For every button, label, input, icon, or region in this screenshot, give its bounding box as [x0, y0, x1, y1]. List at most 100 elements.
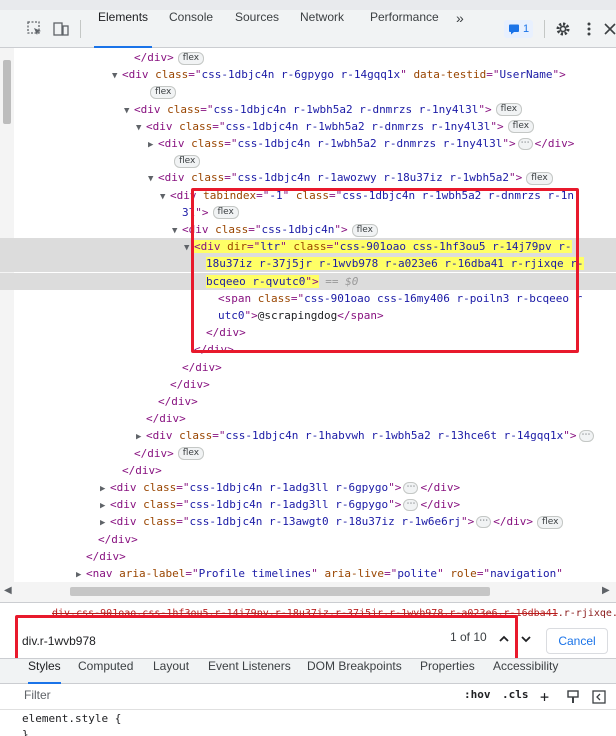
scroll-left-arrow-icon[interactable]: ◀ — [4, 585, 12, 596]
dom-tree-node[interactable]: </div> flex — [0, 445, 616, 462]
dom-tree-node[interactable]: </div> — [0, 462, 616, 479]
tab-properties[interactable]: Properties — [420, 659, 475, 684]
dom-node-markup: <div class="css-1dbjc4n r-1adg3ll r-6gpy… — [110, 481, 461, 494]
breadcrumb-path[interactable]: div.css-901oao.css-1hf3ou5.r-14j79pv.r-1… — [52, 608, 558, 619]
inspect-element-icon[interactable] — [26, 20, 44, 38]
paint-brush-icon[interactable] — [566, 690, 580, 704]
dom-node-markup: <div class="css-1dbjc4n r-13awgt0 r-18u3… — [110, 515, 564, 529]
dom-tree-node[interactable]: ▶ <div class="css-1dbjc4n r-1adg3ll r-6gp… — [0, 496, 616, 513]
tab-elements[interactable]: Elements — [94, 10, 153, 48]
more-tabs-button[interactable]: » — [452, 10, 468, 48]
dom-tree-node[interactable]: </div> flex — [0, 49, 616, 66]
class-toggle[interactable]: .cls — [502, 688, 529, 706]
chevron-down-icon — [521, 636, 531, 643]
dom-tree-node[interactable]: </div> — [0, 410, 616, 427]
dom-tree-node[interactable]: </div> — [0, 359, 616, 376]
breadcrumb[interactable]: div.css-901oao.css-1hf3ou5.r-14j79pv.r-1… — [0, 602, 616, 624]
dom-node-markup: </div> — [194, 343, 234, 357]
dom-node-markup: <div dir="ltr" class="css-901oao css-1hf… — [194, 240, 572, 254]
tab-computed[interactable]: Computed — [78, 659, 133, 684]
chevron-up-icon — [499, 635, 509, 642]
dom-tree-node[interactable]: ▶ <div class="css-1dbjc4n r-1adg3ll r-6gp… — [0, 479, 616, 496]
dom-node-markup: </div> flex — [134, 51, 205, 65]
dom-tree-node[interactable]: ▼ <div class="css-1dbjc4n r-6gpygo r-14gq… — [0, 66, 616, 83]
next-match-button[interactable] — [518, 633, 534, 649]
dom-tree-node[interactable]: ▼ <div class="css-1dbjc4n r-1awozwy r-18u… — [0, 169, 616, 186]
dom-node-markup: <div class="css-1dbjc4n r-1awozwy r-18u3… — [158, 171, 553, 185]
dom-node-markup: <div class="css-1dbjc4n r-1wbh5a2 r-dnmr… — [134, 103, 523, 117]
close-devtools-icon[interactable] — [601, 20, 616, 38]
message-icon — [509, 24, 519, 35]
dom-tree-node[interactable]: ▶ <nav aria-label="Profile timelines" ari… — [0, 565, 616, 582]
collapsed-triangle-icon[interactable]: ▶ — [76, 567, 86, 582]
dom-tree-node[interactable]: bcqeeo r-qvutc0"> == $0 — [0, 272, 616, 290]
tree-horizontal-scrollbar[interactable]: ◀ ▶ — [0, 582, 616, 602]
styles-filter-input[interactable]: Filter — [24, 688, 424, 706]
scroll-right-arrow-icon[interactable]: ▶ — [602, 585, 610, 596]
dom-node-markup: 3l"> flex — [182, 206, 239, 220]
previous-match-button[interactable] — [496, 633, 512, 649]
dom-tree-node[interactable]: ▼ <div dir="ltr" class="css-901oao css-1h… — [0, 238, 616, 256]
search-bar: 1 of 10 Cancel — [0, 624, 616, 658]
element-style-rule[interactable]: element.style { — [22, 712, 121, 725]
dom-tree-node[interactable]: ▼ <div class="css-1dbjc4n"> flex — [0, 221, 616, 238]
dom-node-markup: flex — [146, 85, 177, 99]
breadcrumb-path-end[interactable]: .r-rjixqe.r-bcqeeo — [558, 608, 616, 619]
dom-tree-node[interactable]: 18u37iz r-37j5jr r-1wvb978 r-a023e6 r-16… — [0, 255, 616, 273]
dom-node-markup: </div> — [86, 549, 126, 563]
tab-accessibility[interactable]: Accessibility — [493, 659, 558, 684]
search-match-count: 1 of 10 — [450, 630, 487, 644]
dom-tree-node[interactable]: </div> — [0, 548, 616, 565]
elements-dom-tree: </div> flex ▼ <div class="css-1dbjc4n r-6gp… — [0, 48, 616, 582]
dom-tree-node[interactable]: ▶ <div class="css-1dbjc4n r-13awgt0 r-18u… — [0, 513, 616, 530]
dom-node-markup: bcqeeo r-qvutc0"> == $0 — [206, 274, 359, 288]
tab-network[interactable]: Network — [296, 10, 348, 48]
dom-tree-node[interactable]: ▶ <div class="css-1dbjc4n r-1habvwh r-1wb… — [0, 427, 616, 444]
tab-dom-breakpoints[interactable]: DOM Breakpoints — [307, 659, 402, 684]
dom-node-markup: <div class="css-1dbjc4n r-1habvwh r-1wbh… — [146, 429, 596, 443]
tab-styles[interactable]: Styles — [28, 659, 61, 684]
dom-tree-node[interactable]: 3l"> flex — [0, 204, 616, 221]
toolbar-divider — [80, 20, 81, 38]
search-input[interactable] — [22, 630, 494, 652]
more-options-icon[interactable] — [580, 20, 598, 38]
dom-tree-node[interactable]: </div> — [0, 324, 616, 341]
dom-tree-node[interactable]: flex — [0, 83, 616, 100]
dom-tree-node[interactable]: utc0">@scrapingdog</span> — [0, 307, 616, 324]
dom-node-markup: <div class="css-1dbjc4n r-6gpygo r-14gqq… — [122, 68, 566, 82]
dom-tree-node[interactable]: </div> — [0, 393, 616, 410]
dom-tree-node[interactable]: </div> — [0, 531, 616, 548]
tab-console[interactable]: Console — [165, 10, 217, 48]
dom-tree-node[interactable]: </div> — [0, 376, 616, 393]
dom-node-markup: </div> — [146, 412, 186, 426]
dom-node-markup: </div> — [170, 377, 210, 391]
window-top-strip — [0, 0, 616, 10]
tab-event-listeners[interactable]: Event Listeners — [208, 659, 291, 684]
dom-tree-node[interactable]: </div> — [0, 341, 616, 358]
tab-layout[interactable]: Layout — [153, 659, 189, 684]
toolbar-divider — [544, 20, 545, 38]
dom-node-markup: <div class="css-1dbjc4n r-1wbh5a2 r-dnmr… — [146, 120, 535, 134]
dom-node-markup: <div class="css-1dbjc4n r-1adg3ll r-6gpy… — [110, 498, 461, 512]
devtools-tab-bar: Elements Console Sources Network Perform… — [0, 10, 616, 48]
dom-tree-node[interactable]: ▼ <div tabindex="-1" class="css-1dbjc4n r… — [0, 187, 616, 204]
toggle-sidebar-icon[interactable] — [592, 690, 606, 704]
dom-tree-node[interactable]: flex — [0, 152, 616, 169]
hover-state-toggle[interactable]: :hov — [464, 688, 491, 706]
tab-sources[interactable]: Sources — [231, 10, 283, 48]
issues-count: 1 — [523, 23, 530, 35]
dom-tree-node[interactable]: <span class="css-901oao css-16my406 r-po… — [0, 290, 616, 307]
dom-tree-node[interactable]: ▼ <div class="css-1dbjc4n r-1wbh5a2 r-dnm… — [0, 118, 616, 135]
dom-node-markup: utc0">@scrapingdog</span> — [218, 309, 384, 322]
scrollbar-thumb[interactable] — [70, 587, 490, 596]
cancel-search-button[interactable]: Cancel — [546, 628, 608, 654]
new-style-rule-button[interactable]: + — [540, 688, 549, 706]
dom-node-markup: <div class="css-1dbjc4n r-1wbh5a2 r-dnmr… — [158, 137, 575, 150]
tab-performance[interactable]: Performance — [366, 10, 443, 48]
dom-tree-node[interactable]: ▼ <div class="css-1dbjc4n r-1wbh5a2 r-dnm… — [0, 101, 616, 118]
device-toolbar-icon[interactable] — [52, 20, 70, 38]
dom-tree-node[interactable]: ▶ <div class="css-1dbjc4n r-1wbh5a2 r-dnm… — [0, 135, 616, 152]
dom-node-markup: <nav aria-label="Profile timelines" aria… — [86, 567, 563, 580]
settings-gear-icon[interactable] — [554, 20, 572, 38]
issues-badge[interactable]: 1 — [504, 20, 534, 38]
